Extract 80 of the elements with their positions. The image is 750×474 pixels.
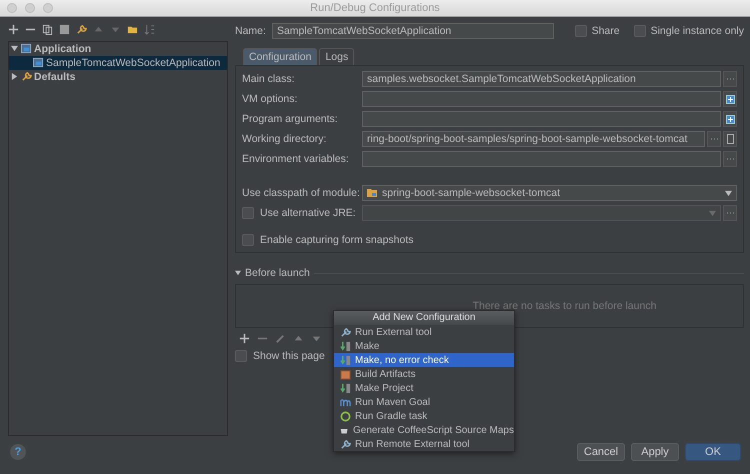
module-icon bbox=[367, 188, 378, 198]
module-value: spring-boot-sample-websocket-tomcat bbox=[382, 187, 560, 199]
field-label: Environment variables: bbox=[242, 153, 349, 165]
edit-icon[interactable] bbox=[275, 332, 286, 344]
zoom-button[interactable] bbox=[43, 3, 53, 13]
expanded-arrow-icon[interactable] bbox=[235, 270, 241, 276]
sort-icon[interactable] bbox=[144, 24, 155, 36]
jre-dropdown[interactable] bbox=[362, 205, 721, 221]
expand-button[interactable] bbox=[723, 111, 737, 127]
macro-button[interactable] bbox=[723, 131, 737, 147]
menu-item[interactable]: Run Gradle task bbox=[334, 409, 514, 423]
checkbox[interactable] bbox=[634, 25, 646, 37]
document-icon bbox=[726, 134, 734, 144]
checkbox-label: Show this page bbox=[253, 350, 325, 362]
make-icon bbox=[340, 354, 351, 366]
add-icon[interactable] bbox=[8, 24, 19, 36]
menu-item[interactable]: Run Maven Goal bbox=[334, 395, 514, 409]
checkbox-label: Share bbox=[592, 25, 620, 37]
menu-item[interactable]: Make Project bbox=[334, 381, 514, 395]
checkbox[interactable] bbox=[235, 350, 247, 362]
menu-item[interactable]: Make, no error check bbox=[334, 353, 514, 367]
field-label: Working directory: bbox=[242, 133, 326, 145]
name-field[interactable]: SampleTomcatWebSocketApplication bbox=[272, 23, 554, 39]
collapsed-arrow-icon[interactable] bbox=[11, 73, 18, 80]
field-label: Use classpath of module: bbox=[242, 187, 360, 199]
add-icon[interactable] bbox=[239, 332, 250, 344]
wrench-icon[interactable] bbox=[76, 24, 87, 36]
gradle-icon bbox=[340, 410, 351, 422]
application-icon bbox=[21, 43, 32, 54]
input-field[interactable]: samples.websocket.SampleTomcatWebSocketApplication bbox=[362, 71, 721, 87]
section-title: Before launch bbox=[245, 267, 310, 279]
input-field[interactable]: ring-boot/spring-boot-samples/spring-boot-sample-websocket-tomcat bbox=[362, 131, 705, 147]
name-label: Name: bbox=[235, 25, 266, 37]
tab[interactable]: Configuration bbox=[243, 48, 318, 65]
maven-icon bbox=[340, 396, 351, 408]
checkbox-label: Use alternative JRE: bbox=[260, 207, 356, 219]
field-label: VM options: bbox=[242, 93, 298, 105]
minimize-button[interactable] bbox=[25, 3, 35, 13]
wrench-icon bbox=[340, 438, 351, 450]
copy-icon[interactable] bbox=[42, 24, 53, 36]
close-button[interactable] bbox=[7, 3, 17, 13]
checkbox[interactable] bbox=[242, 234, 254, 246]
expand-button[interactable] bbox=[723, 91, 737, 107]
wrench-icon bbox=[21, 71, 32, 82]
checkbox-label: Enable capturing form snapshots bbox=[260, 234, 414, 246]
field-label: Program arguments: bbox=[242, 113, 338, 125]
dialog-button[interactable]: Cancel bbox=[577, 443, 625, 461]
plus-icon bbox=[726, 94, 734, 104]
menu-item[interactable]: Run Remote External tool bbox=[334, 437, 514, 451]
field-label: Main class: bbox=[242, 73, 295, 85]
checkbox[interactable] bbox=[242, 207, 254, 219]
window-title: Run/Debug Configurations bbox=[310, 2, 440, 14]
dialog-button[interactable]: Apply bbox=[631, 443, 679, 461]
make-icon bbox=[340, 382, 351, 394]
menu-item[interactable]: Generate CoffeeScript Source Maps bbox=[334, 423, 514, 437]
popup-title: Add New Configuration bbox=[334, 311, 514, 325]
input-field[interactable] bbox=[362, 91, 721, 107]
tree-item[interactable]: SampleTomcatWebSocketApplication bbox=[9, 56, 227, 70]
expanded-arrow-icon[interactable] bbox=[11, 45, 18, 52]
module-dropdown[interactable]: spring-boot-sample-websocket-tomcat bbox=[362, 185, 737, 201]
application-icon bbox=[33, 57, 44, 68]
dialog-button[interactable]: OK bbox=[685, 443, 741, 461]
checkbox[interactable] bbox=[574, 25, 587, 37]
tree-item[interactable]: Application bbox=[9, 42, 227, 56]
save-icon[interactable] bbox=[59, 24, 70, 36]
tab[interactable]: Logs bbox=[319, 48, 354, 65]
plus-icon bbox=[726, 114, 734, 124]
tree-item[interactable]: Defaults bbox=[9, 70, 227, 84]
checkbox-label: Single instance only bbox=[650, 25, 744, 37]
package-icon bbox=[340, 368, 351, 380]
menu-item[interactable]: Build Artifacts bbox=[334, 367, 514, 381]
folder-icon[interactable] bbox=[127, 24, 138, 36]
dropdown-arrow-icon[interactable] bbox=[725, 190, 732, 196]
input-field[interactable] bbox=[362, 111, 721, 127]
input-field[interactable] bbox=[362, 151, 721, 167]
menu-item[interactable]: Run External tool bbox=[334, 325, 514, 339]
wrench-icon bbox=[340, 326, 351, 338]
menu-item[interactable]: Make bbox=[334, 339, 514, 353]
make-icon bbox=[340, 340, 351, 352]
empty-message: There are no tasks to run before launch bbox=[472, 300, 656, 312]
